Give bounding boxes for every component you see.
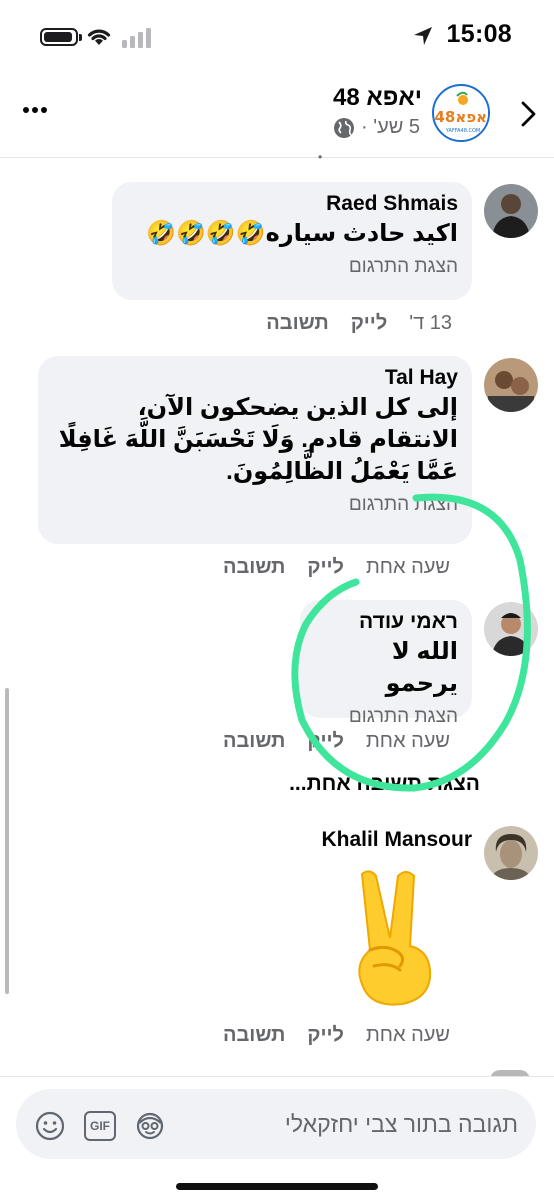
comment-input[interactable]	[188, 1107, 518, 1141]
see-translation-link[interactable]: הצגת התרגום	[52, 494, 458, 516]
chevron-right-icon[interactable]	[516, 98, 540, 130]
cellular-signal-icon	[122, 26, 152, 48]
wifi-icon	[87, 29, 111, 45]
comment-author[interactable]: ראמי עודה	[314, 610, 458, 634]
comment-bubble[interactable]: Tal Hay إلى كل الذين يضحكون الآن، الانتق…	[38, 356, 472, 544]
like-button[interactable]: לייק	[307, 730, 344, 753]
comment-author[interactable]: Raed Shmais	[126, 192, 458, 216]
comment-text: اكيد حادث سياره🤣🤣🤣🤣	[146, 220, 458, 247]
page-logo-icon: יאפא48 YAFFA48.COM	[435, 88, 491, 140]
comment-text: إلى كل الذين يضحكون الآن، الانتقام قادم.…	[58, 394, 458, 485]
comment-author[interactable]: Tal Hay	[52, 366, 458, 390]
comment-time[interactable]: שעה אחת	[366, 1024, 450, 1047]
comment-time[interactable]: 13 ד'	[409, 312, 452, 335]
highlight-annotation	[291, 493, 531, 792]
reply-button[interactable]: תשובה	[223, 730, 285, 753]
avatar-sticker-icon[interactable]	[134, 1111, 166, 1141]
location-arrow-icon	[414, 27, 432, 45]
comment-bubble[interactable]: Raed Shmais اكيد حادث سياره🤣🤣🤣🤣 הצגת התר…	[112, 182, 472, 300]
globe-icon	[334, 117, 355, 138]
avatar[interactable]	[484, 826, 538, 880]
avatar[interactable]	[484, 184, 538, 238]
like-button[interactable]: לייק	[351, 312, 388, 335]
comment-time[interactable]: שעה אחת	[366, 556, 450, 579]
like-button[interactable]: לייק	[307, 556, 344, 579]
page-logo-text: יאפא48	[435, 108, 491, 126]
comment-actions: שעה אחת לייק תשובה	[223, 730, 450, 753]
see-translation-link[interactable]: הצגת התרגום	[314, 706, 458, 728]
status-time: 15:08	[446, 20, 512, 48]
comment-actions: שעה אחת לייק תשובה	[223, 1024, 450, 1047]
comment-text: الله لا يرحمو	[385, 638, 458, 697]
scroll-remnant: •	[318, 150, 323, 164]
post-age[interactable]: 5 שע' ·	[361, 116, 420, 139]
reply-button[interactable]: תשובה	[223, 1024, 285, 1047]
comment-bubble[interactable]: ראמי עודה الله لا يرحمو הצגת התרגום	[300, 600, 472, 727]
victory-hand-icon	[358, 870, 432, 1006]
page-name[interactable]: יאפא 48	[333, 84, 422, 112]
battery-icon	[40, 28, 82, 46]
avatar[interactable]	[484, 602, 538, 656]
avatar[interactable]	[484, 358, 538, 412]
post-meta: 5 שע' ·	[333, 116, 420, 139]
page-avatar[interactable]: יאפא48 YAFFA48.COM	[432, 84, 490, 142]
gif-icon[interactable]: GIF	[84, 1111, 116, 1141]
post-header: יאפא48 YAFFA48.COM יאפא 48 5 שע' ·	[0, 74, 554, 158]
comment-author[interactable]: Khalil Mansour	[321, 828, 472, 852]
page-logo-subtext: YAFFA48.COM	[445, 128, 481, 134]
gif-label: GIF	[90, 1119, 110, 1133]
view-more-replies-link[interactable]: הצגת תשובה אחת...	[289, 772, 480, 796]
status-bar: 15:08	[0, 0, 554, 74]
comment-actions: 13 ד' לייק תשובה	[266, 312, 452, 335]
comment-time[interactable]: שעה אחת	[366, 730, 450, 753]
scrollbar[interactable]	[5, 688, 9, 994]
comment-composer[interactable]: GIF	[16, 1089, 536, 1159]
home-indicator[interactable]	[176, 1183, 378, 1190]
reply-button[interactable]: תשובה	[223, 556, 285, 579]
like-button[interactable]: לייק	[307, 1024, 344, 1047]
reply-button[interactable]: תשובה	[266, 312, 328, 335]
emoji-icon[interactable]	[34, 1111, 66, 1141]
comment-actions: שעה אחת לייק תשובה	[223, 556, 450, 579]
more-options-icon[interactable]	[22, 100, 48, 120]
see-translation-link[interactable]: הצגת התרגום	[126, 256, 458, 278]
comment-composer-bar: GIF	[0, 1076, 554, 1200]
